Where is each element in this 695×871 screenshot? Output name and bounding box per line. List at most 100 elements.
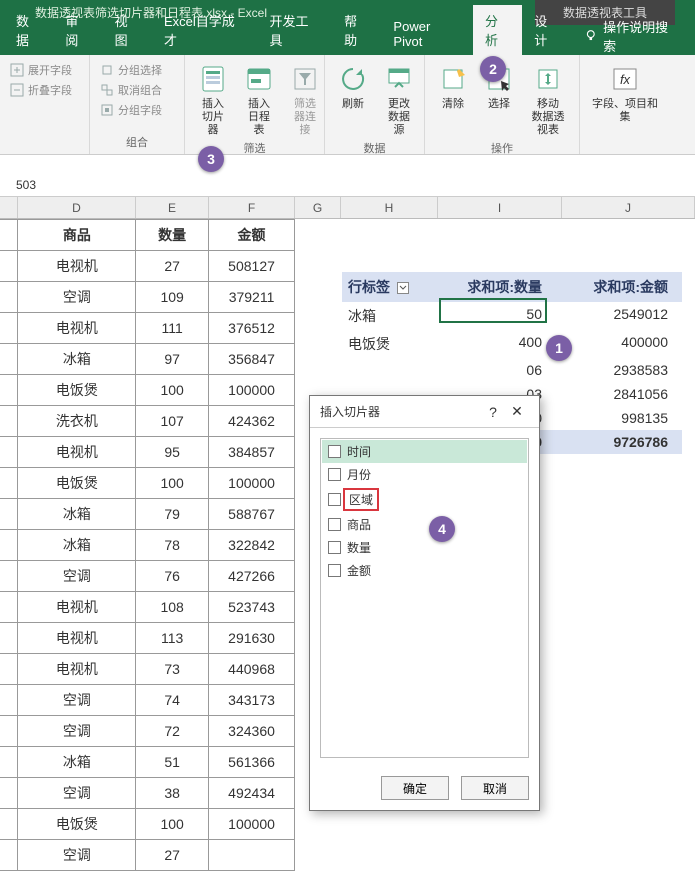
field-item-time[interactable]: 时间 [322,440,527,463]
table-row[interactable]: 电视机108523743 [0,592,295,623]
checkbox-icon[interactable] [328,541,341,554]
table-row[interactable]: 空调74343173 [0,685,295,716]
ungroup-icon [100,83,114,97]
group-label-ops: 操作 [433,140,571,158]
table-row[interactable]: 电视机113291630 [0,623,295,654]
svg-text:fx: fx [620,72,631,87]
filter-connections-button[interactable]: 筛选 器连接 [285,61,325,140]
timeline-icon [243,63,275,95]
group-select-button[interactable]: 分组选择 [98,61,164,79]
highlight-region: 区域 [343,488,379,511]
table-row[interactable]: 电饭煲100100000 [0,809,295,840]
clear-button[interactable]: 清除 [433,61,473,113]
formula-input[interactable]: 503 [8,178,687,192]
table-row[interactable]: 电饭煲100100000 [0,375,295,406]
table-row[interactable]: 冰箱51561366 [0,747,295,778]
group-label-combine: 组合 [98,134,176,152]
col-header-E[interactable]: E [136,197,209,218]
col-header-F[interactable]: F [209,197,295,218]
table-row[interactable]: 电视机27508127 [0,251,295,282]
table-row[interactable]: 电视机95384857 [0,437,295,468]
change-source-icon [383,63,415,95]
col-header-J[interactable]: J [562,197,695,218]
help-search[interactable]: 操作说明搜索 [572,17,691,55]
collapse-icon [10,83,24,97]
bulb-icon [584,29,598,43]
close-icon[interactable]: ✕ [505,403,529,420]
refresh-icon [337,63,369,95]
table-row[interactable]: 洗衣机107424362 [0,406,295,437]
table-row[interactable]: 电饭煲100100000 [0,468,295,499]
step-badge-3: 3 [198,146,224,172]
table-row[interactable]: 冰箱78322842 [0,530,295,561]
group-field-button[interactable]: 分组字段 [98,101,164,119]
table-row[interactable]: 空调76427266 [0,561,295,592]
ungroup-button[interactable]: 取消组合 [98,81,164,99]
ribbon: 展开字段 折叠字段 分组选择 取消组合 [0,55,695,155]
pivot-row[interactable]: 电饭煲400400000 [342,330,682,358]
refresh-button[interactable]: 刷新 [333,61,373,113]
tab-review[interactable]: 审阅 [53,5,102,55]
table-row[interactable]: 空调72324360 [0,716,295,747]
col-header-H[interactable]: H [341,197,438,218]
cancel-button[interactable]: 取消 [461,776,529,800]
step-badge-2: 2 [480,56,506,82]
pivot-header-amount: 求和项:金额 [548,272,674,302]
tab-analyze[interactable]: 分析 [473,5,522,55]
menu-bar: 数据 审阅 视图 Excel自学成才 开发工具 帮助 Power Pivot 分… [0,25,695,55]
insert-slicer-button[interactable]: 插入 切片器 [193,61,233,140]
field-item-amount[interactable]: 金额 [322,559,527,582]
expand-icon [10,63,24,77]
insert-timeline-button[interactable]: 插入 日程表 [239,61,279,140]
pivot-header-rows[interactable]: 行标签 [342,272,440,302]
col-header-G[interactable]: G [295,197,341,218]
filter-conn-icon [289,63,321,95]
fields-items-button[interactable]: fx 字段、项目和 集 [588,61,662,126]
ok-button[interactable]: 确定 [381,776,449,800]
checkbox-icon[interactable] [328,468,341,481]
expand-field-button[interactable]: 展开字段 [8,61,74,79]
checkbox-icon[interactable] [328,564,341,577]
table-row[interactable]: 冰箱79588767 [0,499,295,530]
table-row[interactable]: 空调109379211 [0,282,295,313]
column-headers: D E F G H I J [0,197,695,219]
tab-help[interactable]: 帮助 [332,5,381,55]
table-row[interactable]: 空调27 [0,840,295,871]
checkbox-icon[interactable] [328,493,341,506]
help-search-label: 操作说明搜索 [603,17,679,55]
step-badge-1: 1 [546,335,572,361]
table-row[interactable]: 冰箱97356847 [0,344,295,375]
tab-custom[interactable]: Excel自学成才 [152,5,258,55]
checkbox-icon[interactable] [328,518,341,531]
field-item-product[interactable]: 商品 [322,513,527,536]
tab-design[interactable]: 设计 [522,5,571,55]
pivot-header-qty: 求和项:数量 [440,272,548,302]
tab-view[interactable]: 视图 [103,5,152,55]
checkbox-icon[interactable] [328,445,341,458]
field-item-month[interactable]: 月份 [322,463,527,486]
group-field-icon [100,103,114,117]
change-source-button[interactable]: 更改 数据源 [379,61,419,140]
tab-powerpivot[interactable]: Power Pivot [381,13,473,55]
move-pivot-button[interactable]: 移动 数据透视表 [525,61,571,140]
table-header-amount: 金额 [209,220,295,251]
pivot-row[interactable]: 062938583 [342,358,682,382]
table-header-qty: 数量 [136,220,209,251]
col-header-I[interactable]: I [438,197,562,218]
field-item-qty[interactable]: 数量 [322,536,527,559]
dialog-titlebar[interactable]: 插入切片器 ? ✕ [310,396,539,428]
field-item-region[interactable]: 区域 [322,486,527,513]
collapse-field-button[interactable]: 折叠字段 [8,81,74,99]
group-label-data: 数据 [333,140,416,158]
table-row[interactable]: 电视机111376512 [0,313,295,344]
tab-dev[interactable]: 开发工具 [257,5,332,55]
tab-data[interactable]: 数据 [4,5,53,55]
table-row[interactable]: 电视机73440968 [0,654,295,685]
help-icon[interactable]: ? [481,404,505,420]
pivot-row[interactable]: 冰箱502549012 [342,302,682,330]
dialog-title-text: 插入切片器 [320,403,481,420]
col-header-D[interactable]: D [18,197,136,218]
table-row[interactable]: 空调38492434 [0,778,295,809]
table-header-product: 商品 [18,220,136,251]
chevron-down-icon[interactable] [397,282,409,294]
